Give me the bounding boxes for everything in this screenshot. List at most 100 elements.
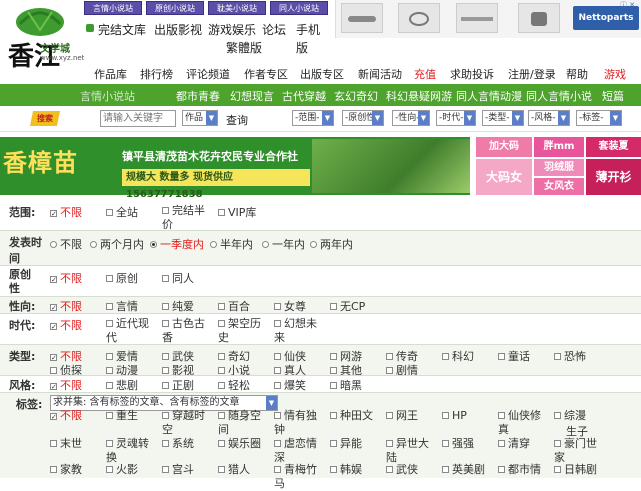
nav-fanfic-anime[interactable]: 同人言情动漫 <box>456 88 522 104</box>
style-option-dark[interactable]: 暗黑 <box>330 377 362 393</box>
link-publishing[interactable]: 出版影视 <box>154 21 202 38</box>
nav-help-complaint[interactable]: 求助投诉 <box>450 66 494 82</box>
orient-option-gl[interactable]: 百合 <box>218 298 250 314</box>
product-image-4[interactable] <box>518 3 560 33</box>
time-option-quarter[interactable]: 一季度内 <box>150 236 204 252</box>
style-option-light[interactable]: 轻松 <box>218 377 250 393</box>
select-tag[interactable]: -标签- <box>576 110 622 126</box>
tag-option[interactable]: 系统 <box>162 437 214 451</box>
search-input[interactable] <box>100 110 176 127</box>
tag-option[interactable]: 家教 <box>50 463 102 477</box>
tag-option[interactable]: 随身空间 <box>218 409 270 437</box>
side-ad-large-women[interactable]: 大码女 <box>476 159 532 195</box>
select-scope[interactable]: -范围- <box>292 110 334 126</box>
scope-option-vip[interactable]: VIP库 <box>218 204 256 220</box>
orig-option-original[interactable]: 原创 <box>106 270 138 286</box>
time-option-year[interactable]: 一年内 <box>262 236 305 252</box>
nav-urban[interactable]: 都市青春 <box>176 88 220 104</box>
side-ad-summer-set[interactable]: 套装夏 <box>586 137 641 157</box>
style-option-comedy[interactable]: 爆笑 <box>274 377 306 393</box>
scope-option-all[interactable]: 全站 <box>106 204 138 220</box>
tag-option[interactable]: 灵魂转换 <box>106 437 158 465</box>
nav-authors[interactable]: 作者专区 <box>244 66 288 82</box>
nav-scifi[interactable]: 科幻悬疑网游 <box>386 88 452 104</box>
product-ad[interactable]: Nettoparts ⓘ ✕ <box>335 0 641 38</box>
banner-ad[interactable]: 香樟苗 镇平县清茂苗木花卉农民专业合作社 规模大 数量多 现货供应 156377… <box>0 137 641 200</box>
style-option-tragedy[interactable]: 悲剧 <box>106 377 138 393</box>
tag-option[interactable]: 清穿 <box>498 437 550 451</box>
tab-danmei[interactable]: 耽美小说站 <box>208 1 266 15</box>
orient-option-any[interactable]: ✓ 不限 <box>50 298 82 314</box>
banner-main[interactable]: 香樟苗 镇平县清茂苗木花卉农民专业合作社 规模大 数量多 现货供应 156377… <box>0 137 470 200</box>
tag-option[interactable]: 种田文 <box>330 409 382 423</box>
scope-option-complete[interactable]: 完结半价 <box>162 204 210 232</box>
tag-option[interactable]: 韩娱 <box>330 463 382 477</box>
link-complete-library[interactable]: 完结文库 <box>98 21 146 38</box>
style-option-any[interactable]: ✓ 不限 <box>50 377 82 393</box>
scope-option-any[interactable]: ✓ 不限 <box>50 204 82 220</box>
link-games[interactable]: 游戏娱乐 <box>208 21 256 38</box>
type-option-horror[interactable]: 恐怖 <box>554 348 586 364</box>
orient-option-romance[interactable]: 言情 <box>106 298 138 314</box>
tab-tongren[interactable]: 同人小说站 <box>270 1 328 15</box>
tag-option[interactable]: 猎人 <box>218 463 270 477</box>
nav-register-login[interactable]: 注册/登录 <box>508 66 556 82</box>
tag-option[interactable]: 重生 <box>106 409 158 423</box>
orient-option-nocp[interactable]: 无CP <box>330 298 365 314</box>
side-ad-trench[interactable]: 女风衣 <box>534 178 584 195</box>
tag-option[interactable]: 都市情 <box>498 463 550 477</box>
nav-recharge[interactable]: 充值 <box>414 66 436 82</box>
tag-option[interactable]: 青梅竹马 <box>274 463 326 491</box>
type-option-scifi[interactable]: 科幻 <box>442 348 474 364</box>
orient-option-bl[interactable]: 纯爱 <box>162 298 194 314</box>
tag-option[interactable]: 虐恋情深 <box>274 437 326 465</box>
tag-option[interactable]: 豪门世家 <box>554 437 606 465</box>
tag-option[interactable]: HP <box>442 409 494 423</box>
tag-option[interactable]: 末世 <box>50 437 102 451</box>
nav-help[interactable]: 帮助 <box>566 66 588 82</box>
link-traditional[interactable]: 繁體版 <box>226 39 262 56</box>
site-logo[interactable]: 香江 文学城 www.xyz.net <box>0 0 84 80</box>
nav-xuanhuan[interactable]: 玄幻奇幻 <box>334 88 378 104</box>
tag-option[interactable]: 武侠 <box>386 463 438 477</box>
orig-option-fanfic[interactable]: 同人 <box>162 270 194 286</box>
tag-option[interactable]: 异世大陆 <box>386 437 438 465</box>
tag-option[interactable]: 宫斗 <box>162 463 214 477</box>
nav-fanfic-novel[interactable]: 同人言情小说 <box>526 88 592 104</box>
select-originality[interactable]: -原创性- <box>342 110 384 126</box>
select-type[interactable]: -类型- <box>482 110 524 126</box>
nav-ancient[interactable]: 古代穿越 <box>282 88 326 104</box>
nav-rankings[interactable]: 排行榜 <box>140 66 173 82</box>
link-forum[interactable]: 论坛 <box>262 21 286 38</box>
orig-option-any[interactable]: ✓ 不限 <box>50 270 82 286</box>
time-option-2years[interactable]: 两年内 <box>310 236 353 252</box>
tag-option[interactable]: 综漫 <box>554 409 606 423</box>
product-image-3[interactable] <box>456 3 498 33</box>
nav-current-site[interactable]: 言情小说站 <box>80 88 135 104</box>
era-option-modern[interactable]: 近代现代 <box>106 317 154 345</box>
search-button[interactable]: 查询 <box>226 112 248 128</box>
tag-option[interactable]: 穿越时空 <box>162 409 214 437</box>
side-ad-cardigan[interactable]: 薄开衫 <box>586 159 641 195</box>
tag-option[interactable]: 火影 <box>106 463 158 477</box>
side-ad-fat-mm[interactable]: 胖mm <box>534 137 584 157</box>
product-image-1[interactable] <box>341 3 383 33</box>
time-option-halfyear[interactable]: 半年内 <box>210 236 253 252</box>
nav-reviews[interactable]: 评论频道 <box>186 66 230 82</box>
tag-option[interactable]: 网王 <box>386 409 438 423</box>
tag-option[interactable]: 日韩剧 <box>554 463 606 477</box>
tag-option[interactable]: 情有独钟 <box>274 409 326 437</box>
tag-option[interactable]: 娱乐圈 <box>218 437 270 451</box>
era-option-ancient[interactable]: 古色古香 <box>162 317 210 345</box>
search-field-select[interactable]: 作品 <box>182 110 218 126</box>
tag-option[interactable]: 英美剧 <box>442 463 494 477</box>
side-ad-plus-size[interactable]: 加大码 <box>476 137 532 157</box>
nav-games[interactable]: 游戏 <box>604 66 626 82</box>
side-ad-down-jacket[interactable]: 羽绒服 <box>534 159 584 176</box>
tag-option[interactable]: 仙侠修真 <box>498 409 550 437</box>
style-option-serious[interactable]: 正剧 <box>162 377 194 393</box>
tag-option[interactable]: 异能 <box>330 437 382 451</box>
nav-publishing[interactable]: 出版专区 <box>300 66 344 82</box>
tab-yuanchuang[interactable]: 原创小说站 <box>146 1 204 15</box>
type-option-fairy-tale[interactable]: 童话 <box>498 348 530 364</box>
